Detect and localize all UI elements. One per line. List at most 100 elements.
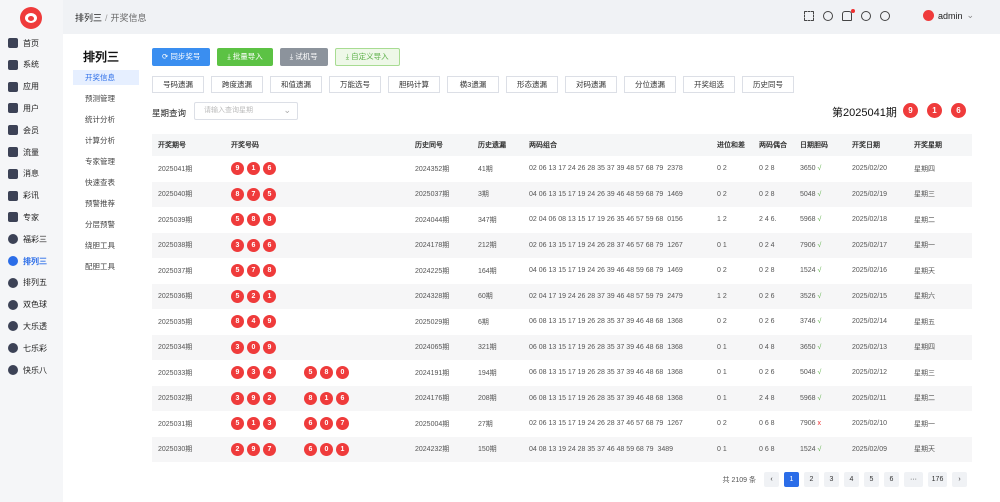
- week-cell: 星期二: [914, 216, 935, 224]
- nav-item[interactable]: 首页: [8, 36, 39, 50]
- week-cell: 星期天: [914, 267, 935, 275]
- nav-item[interactable]: 大乐透: [8, 319, 47, 333]
- nav-item-label: 快乐八: [23, 365, 47, 375]
- combo-text: 02 06 13 15 17 19 24 26 28 37 46 57 68 7…: [529, 420, 664, 428]
- table-row: 2025031期 5 1 3 6 0 7 2025004期 27期 02 06 13 15 17 …: [152, 411, 972, 437]
- ball: 5: [263, 187, 276, 201]
- test-number-button[interactable]: ⤓ 试机号: [279, 48, 328, 66]
- nav-item[interactable]: 彩讯: [8, 189, 39, 203]
- page-button[interactable]: 1: [784, 472, 799, 487]
- analysis-chip[interactable]: 和值遗漏: [270, 76, 322, 93]
- miss-cell: 208期: [472, 385, 523, 411]
- balls-cell: 588: [225, 207, 409, 233]
- refresh-icon[interactable]: [861, 11, 871, 21]
- balls-cell: 297 601: [225, 436, 409, 462]
- carry-cell: 1 2: [717, 216, 727, 224]
- custom-import-button[interactable]: ⤓ 自定义导入: [334, 48, 400, 66]
- analysis-chip[interactable]: 号码遗漏: [152, 76, 204, 93]
- search-icon[interactable]: [823, 11, 833, 21]
- ball: 8: [247, 213, 260, 227]
- miss-cell: 3期: [472, 181, 523, 207]
- analysis-chip[interactable]: 胆码计算: [388, 76, 440, 93]
- submenu-item[interactable]: 配胆工具: [73, 259, 139, 274]
- analysis-chip[interactable]: 开奖组选: [683, 76, 735, 93]
- ball: 5: [231, 213, 244, 227]
- nav-item[interactable]: 应用: [8, 80, 39, 94]
- date-cell: 2025/02/18: [852, 216, 888, 224]
- test-ball: 6: [336, 391, 349, 405]
- combo-cell: 06 08 13 15 17 19 26 28 35 37 39 46 48 6…: [523, 309, 711, 335]
- check-mark: √: [817, 369, 822, 377]
- balls-cell: 849: [225, 309, 409, 335]
- news-icon: [8, 190, 18, 201]
- nav-item[interactable]: 双色球: [8, 298, 47, 312]
- nav-item[interactable]: 排列三: [8, 254, 47, 268]
- issue-cell: 2025035期: [158, 318, 193, 326]
- dan-value: 5048: [800, 369, 816, 377]
- fullscreen-icon[interactable]: [804, 11, 814, 21]
- submenu-item[interactable]: 预警推荐: [73, 196, 139, 211]
- analysis-chip[interactable]: 形态遗漏: [506, 76, 558, 93]
- date-cell: 2025/02/16: [852, 267, 888, 275]
- submenu-item[interactable]: 绕胆工具: [73, 238, 139, 253]
- nav-item[interactable]: 排列五: [8, 276, 47, 290]
- main-nav: 首页系统应用用户会员流量消息彩讯专家福彩三排列三排列五双色球大乐透七乐彩快乐八: [0, 0, 63, 502]
- balls-wrap: 934 580: [231, 366, 409, 380]
- app-logo[interactable]: [20, 7, 42, 29]
- combo-text: 04 08 13 19 24 28 35 37 46 48 59 68 79: [529, 445, 654, 453]
- submenu-item[interactable]: 分层预警: [73, 217, 139, 232]
- issue-cell: 2025030期: [152, 436, 225, 462]
- nav-item[interactable]: 会员: [8, 123, 39, 137]
- dan-value: 5048: [800, 190, 816, 198]
- analysis-chip[interactable]: 跨度遗漏: [211, 76, 263, 93]
- nav-item[interactable]: 福彩三: [8, 232, 47, 246]
- submenu-item[interactable]: 开奖信息: [73, 70, 139, 85]
- nav-item[interactable]: 专家: [8, 210, 39, 224]
- submenu-item[interactable]: 专家管理: [73, 154, 139, 169]
- combo-cell: 06 08 13 15 17 19 26 28 35 37 39 46 48 6…: [523, 334, 711, 360]
- nav-item[interactable]: 系统: [8, 58, 39, 72]
- help-icon[interactable]: [880, 11, 890, 21]
- ball: 8: [231, 315, 244, 329]
- prev-page-button[interactable]: ‹: [764, 472, 779, 487]
- nav-item[interactable]: 消息: [8, 167, 39, 181]
- submenu-item[interactable]: 统计分析: [73, 112, 139, 127]
- analysis-chip[interactable]: 分位遗漏: [624, 76, 676, 93]
- hist-cell: 2024225期: [415, 267, 450, 275]
- member-icon: [8, 125, 18, 136]
- page-button[interactable]: 6: [884, 472, 899, 487]
- analysis-chip[interactable]: 横3遗漏: [447, 76, 499, 93]
- combo-num: 3489: [657, 445, 674, 453]
- main-content: ⟳ 同步奖号 ⤓ 批量导入 ⤓ 试机号 ⤓ 自定义导入 号码遗漏 跨度遗漏 和值遗漏…: [146, 34, 1000, 502]
- analysis-chip[interactable]: 历史同号: [742, 76, 794, 93]
- table-header-cell: 两码组合: [523, 134, 711, 156]
- submenu-item[interactable]: 快速查表: [73, 175, 139, 190]
- page-button[interactable]: 176: [928, 472, 947, 487]
- analysis-chip[interactable]: 万能选号: [329, 76, 381, 93]
- issue-cell: 2025036期: [152, 283, 225, 309]
- nav-item[interactable]: 用户: [8, 101, 39, 115]
- user-menu[interactable]: admin ⌄: [922, 10, 974, 21]
- page-button[interactable]: 2: [804, 472, 819, 487]
- sync-button[interactable]: ⟳ 同步奖号: [152, 48, 211, 66]
- breadcrumb-parent[interactable]: 排列三: [75, 13, 102, 23]
- submenu-item[interactable]: 预测管理: [73, 91, 139, 106]
- page-button[interactable]: 5: [864, 472, 879, 487]
- pagination-total: 共 2109 条: [722, 476, 756, 484]
- page-button[interactable]: 4: [844, 472, 859, 487]
- nav-item[interactable]: 七乐彩: [8, 341, 47, 355]
- miss-cell: 321期: [472, 334, 523, 360]
- next-page-button[interactable]: ›: [952, 472, 967, 487]
- nav-item[interactable]: 快乐八: [8, 363, 47, 377]
- page-button[interactable]: 3: [824, 472, 839, 487]
- submenu-item[interactable]: 计算分析: [73, 133, 139, 148]
- combo-cell: 02 06 13 17 24 26 28 35 37 39 48 57 68 7…: [523, 156, 711, 182]
- weekday-select[interactable]: 请输入查询星期: [194, 102, 298, 120]
- page-button[interactable]: ···: [904, 472, 923, 487]
- nav-item[interactable]: 流量: [8, 145, 39, 159]
- ball: 4: [247, 315, 260, 329]
- batch-import-button[interactable]: ⤓ 批量导入: [217, 48, 273, 66]
- bell-icon[interactable]: [842, 9, 855, 21]
- week-cell: 星期天: [908, 436, 972, 462]
- analysis-chip[interactable]: 对码遗漏: [565, 76, 617, 93]
